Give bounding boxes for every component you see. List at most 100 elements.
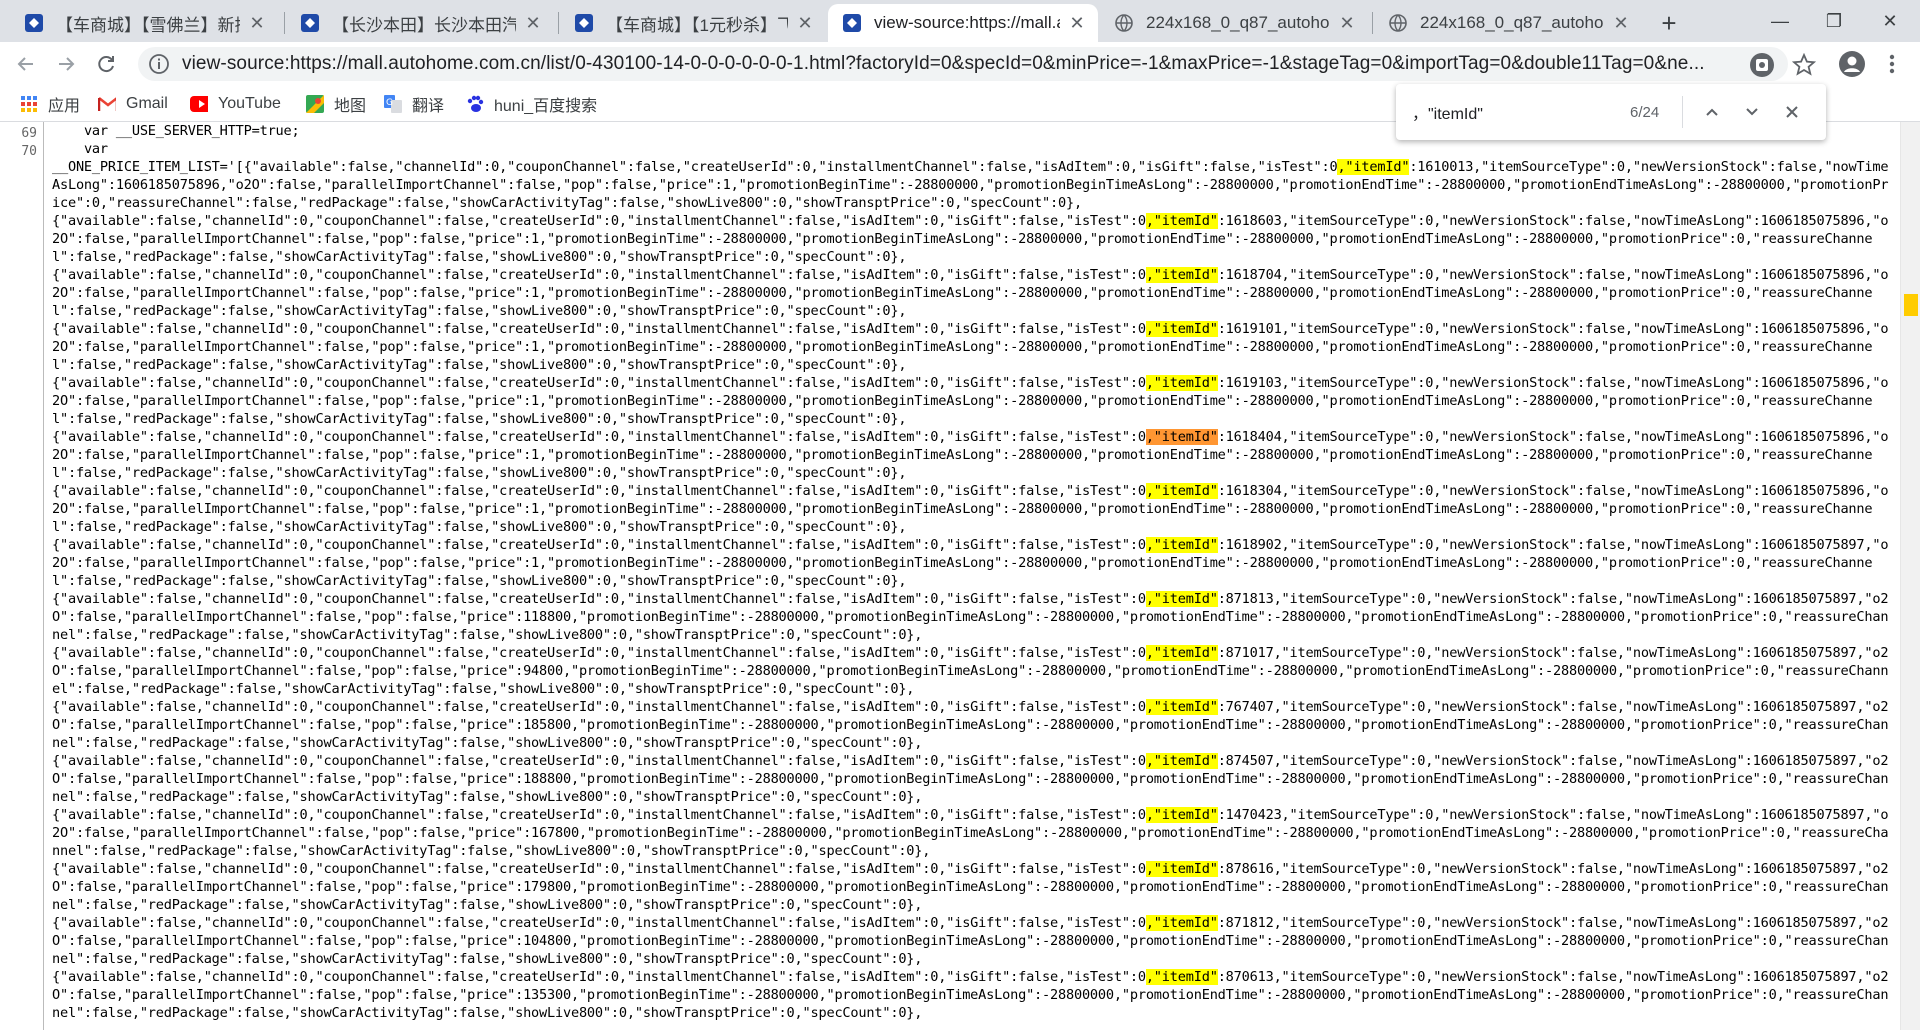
json-item: {"available":false,"channelId":0,"coupon… bbox=[52, 753, 1889, 805]
bookmark-label: 地图 bbox=[334, 98, 367, 115]
baidu-paw-icon bbox=[466, 95, 484, 113]
bookmark-label: Gmail bbox=[126, 95, 168, 112]
reload-icon[interactable] bbox=[90, 48, 122, 80]
tab-4[interactable]: 224x168_0_q87_autohomecar ✕ bbox=[1100, 4, 1368, 42]
json-item: {"available":false,"channelId":0,"coupon… bbox=[52, 969, 1889, 1021]
address-bar[interactable]: view-source:https://mall.autohome.com.cn… bbox=[138, 47, 1788, 81]
find-previous-chevron-up-icon[interactable] bbox=[1698, 98, 1726, 126]
minimize-icon[interactable]: — bbox=[1752, 0, 1808, 42]
tab-2[interactable]: 【车商城】【1元秒杀】飞度 ✕ bbox=[560, 4, 826, 42]
json-item: {"available":false,"channelId":0,"coupon… bbox=[52, 861, 1889, 913]
tab-1[interactable]: 【长沙本田】长沙本田汽车报价 ✕ bbox=[286, 4, 554, 42]
json-item: {"available":false,"channelId":0,"coupon… bbox=[52, 645, 1889, 697]
json-item: {"available":false,"channelId":0,"coupon… bbox=[52, 807, 1889, 859]
find-match-current: ,"itemId" bbox=[1145, 429, 1218, 445]
close-icon[interactable]: ✕ bbox=[794, 12, 816, 34]
tab-separator bbox=[284, 12, 285, 34]
maps-icon bbox=[306, 95, 324, 113]
gmail-icon bbox=[98, 95, 116, 113]
bookmark-baidu[interactable]: huni_百度搜索 bbox=[466, 93, 597, 115]
svg-text:G: G bbox=[386, 98, 393, 108]
json-item: {"available":false,"channelId":0,"coupon… bbox=[52, 267, 1889, 319]
line-number-gutter: 69 70 bbox=[0, 122, 44, 1030]
autohome-favicon-icon bbox=[574, 13, 594, 33]
tab-separator bbox=[558, 12, 559, 34]
new-tab-plus-icon[interactable]: + bbox=[1654, 8, 1684, 38]
info-icon[interactable] bbox=[148, 53, 170, 75]
forward-arrow-icon[interactable] bbox=[50, 48, 82, 80]
bookmark-youtube[interactable]: YouTube bbox=[190, 93, 281, 115]
find-match-highlight: ,"itemId" bbox=[1337, 159, 1410, 175]
translate-icon: G bbox=[384, 95, 402, 113]
find-match-highlight: ,"itemId" bbox=[1145, 753, 1218, 769]
find-match-highlight: ,"itemId" bbox=[1145, 267, 1218, 283]
json-item: {"available":false,"channelId":0,"coupon… bbox=[52, 429, 1889, 481]
close-icon[interactable]: ✕ bbox=[1066, 12, 1088, 34]
url-text: view-source:https://mall.autohome.com.cn… bbox=[182, 53, 1705, 74]
apps-grid-icon bbox=[20, 95, 38, 113]
bookmark-maps[interactable]: 地图 bbox=[306, 93, 366, 115]
close-icon[interactable]: ✕ bbox=[522, 12, 544, 34]
find-match-highlight: ,"itemId" bbox=[1145, 591, 1218, 607]
json-item: {"available":false,"channelId":0,"coupon… bbox=[52, 915, 1889, 967]
tab-title: view-source:https://mall.autohome.com.cn bbox=[874, 13, 1060, 32]
find-match-highlight: ,"itemId" bbox=[1145, 213, 1218, 229]
find-match-highlight: ,"itemId" bbox=[1145, 807, 1218, 823]
menu-kebab-icon[interactable] bbox=[1876, 48, 1908, 80]
bookmark-label: huni_百度搜索 bbox=[494, 98, 598, 115]
close-icon[interactable]: ✕ bbox=[246, 12, 268, 34]
find-match-highlight: ,"itemId" bbox=[1145, 645, 1218, 661]
bookmark-label: 应用 bbox=[48, 98, 81, 115]
line-number: 70 bbox=[21, 144, 37, 159]
find-match-highlight: ,"itemId" bbox=[1145, 861, 1218, 877]
globe-icon bbox=[1388, 13, 1408, 33]
json-item: {"available":false,"channelId":0,"coupon… bbox=[52, 483, 1889, 535]
json-item: {"available":false,"channelId":0,"coupon… bbox=[52, 591, 1889, 643]
bookmark-label: YouTube bbox=[218, 95, 281, 112]
find-input[interactable]: ，"itemId" bbox=[1412, 100, 1483, 124]
bookmark-label: 翻译 bbox=[412, 98, 445, 115]
find-match-count: 6/24 bbox=[1630, 103, 1660, 121]
find-next-chevron-down-icon[interactable] bbox=[1738, 98, 1766, 126]
tab-title: 【车商城】【1元秒杀】飞度 bbox=[606, 15, 788, 35]
find-bar: ，"itemId" 6/24 bbox=[1396, 84, 1826, 140]
close-icon[interactable]: ✕ bbox=[1336, 12, 1358, 34]
find-match-highlight: ,"itemId" bbox=[1145, 375, 1218, 391]
youtube-icon bbox=[190, 95, 208, 113]
view-source-content: 69 70 var __USE_SERVER_HTTP=true; var __… bbox=[0, 122, 1900, 1030]
bookmark-gmail[interactable]: Gmail bbox=[98, 93, 168, 115]
autohome-favicon-icon bbox=[842, 13, 862, 33]
bookmark-translate[interactable]: G 翻译 bbox=[384, 93, 444, 115]
json-item: {"available":false,"channelId":0,"coupon… bbox=[52, 159, 1889, 211]
tab-title: 224x168_0_q87_autohomecar bbox=[1420, 13, 1604, 32]
source-code-text: var __USE_SERVER_HTTP=true; var __ONE_PR… bbox=[52, 123, 1889, 1021]
globe-icon bbox=[1114, 13, 1134, 33]
close-icon[interactable]: ✕ bbox=[1610, 12, 1632, 34]
find-close-icon[interactable] bbox=[1778, 98, 1806, 126]
tab-separator bbox=[1372, 12, 1373, 34]
vertical-scrollbar[interactable] bbox=[1900, 122, 1920, 1030]
json-item: {"available":false,"channelId":0,"coupon… bbox=[52, 375, 1889, 427]
restore-icon[interactable]: ❐ bbox=[1806, 0, 1862, 42]
tab-5[interactable]: 224x168_0_q87_autohomecar ✕ bbox=[1374, 4, 1642, 42]
profile-avatar-icon[interactable] bbox=[1836, 48, 1868, 80]
window-close-icon[interactable]: ✕ bbox=[1862, 0, 1918, 42]
line-number: 69 bbox=[21, 126, 37, 141]
bookmark-star-icon[interactable] bbox=[1790, 51, 1818, 79]
tab-title: 【长沙本田】长沙本田汽车报价 bbox=[332, 15, 516, 35]
json-item: {"available":false,"channelId":0,"coupon… bbox=[52, 321, 1889, 373]
bookmark-apps[interactable]: 应用 bbox=[20, 93, 80, 115]
browser-toolbar: view-source:https://mall.autohome.com.cn… bbox=[0, 42, 1920, 86]
json-item: {"available":false,"channelId":0,"coupon… bbox=[52, 699, 1889, 751]
find-divider bbox=[1682, 96, 1683, 128]
tab-3-active[interactable]: view-source:https://mall.autohome.com.cn… bbox=[828, 4, 1098, 42]
tab-0[interactable]: 【车商城】【雪佛兰】新探界者 ✕ bbox=[10, 4, 278, 42]
translate-page-icon[interactable] bbox=[1748, 51, 1776, 79]
find-match-highlight: ,"itemId" bbox=[1145, 969, 1218, 985]
autohome-favicon-icon bbox=[300, 13, 320, 33]
tab-title: 【车商城】【雪佛兰】新探界者 bbox=[56, 15, 240, 35]
find-match-highlight: ,"itemId" bbox=[1145, 321, 1218, 337]
scrollbar-thumb[interactable] bbox=[1904, 294, 1918, 316]
tab-strip: 【车商城】【雪佛兰】新探界者 ✕ 【长沙本田】长沙本田汽车报价 ✕ 【车商城】【… bbox=[0, 0, 1920, 42]
back-arrow-icon[interactable] bbox=[10, 48, 42, 80]
